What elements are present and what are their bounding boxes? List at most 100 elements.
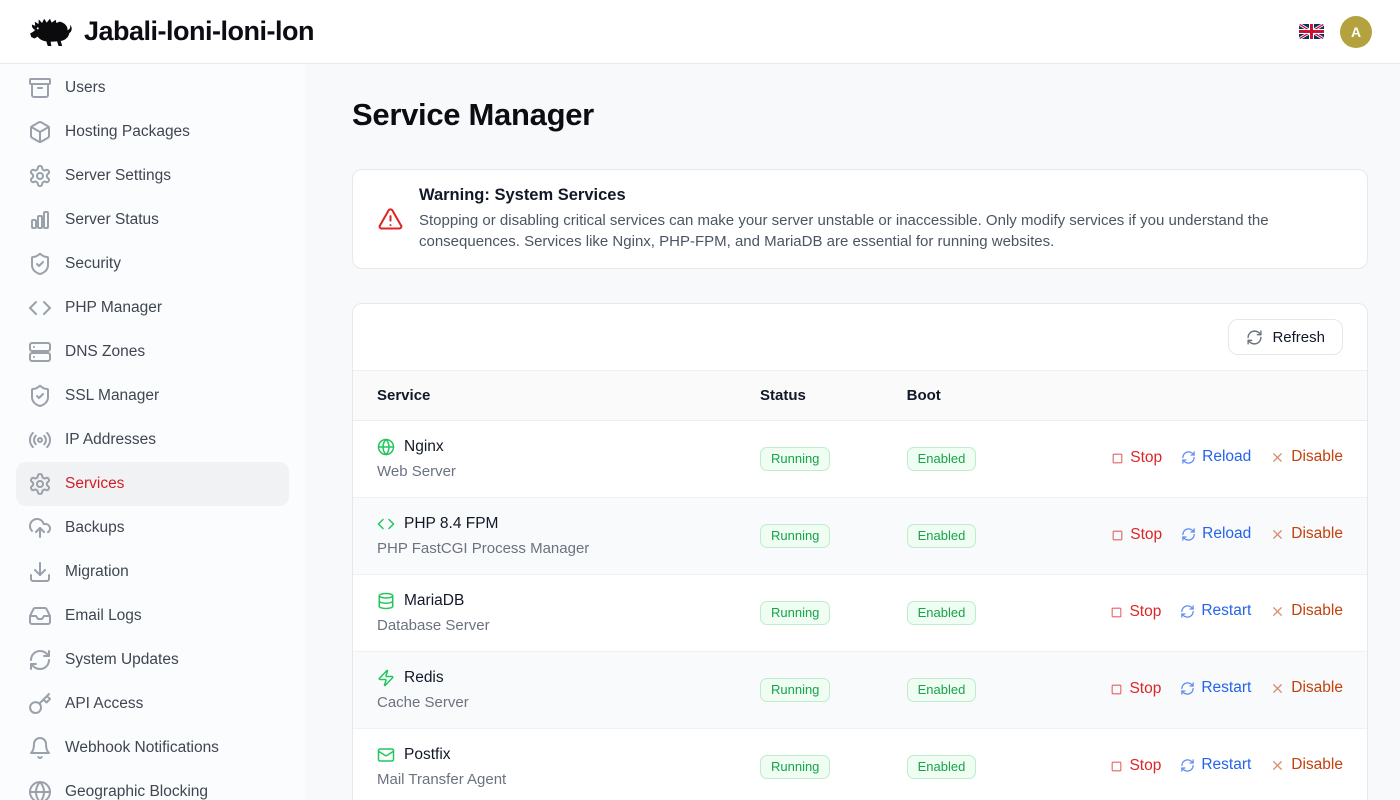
status-cell: Running xyxy=(736,729,883,800)
stop-button[interactable]: Stop xyxy=(1111,526,1162,544)
boot-badge: Enabled xyxy=(907,755,977,779)
header-right: A xyxy=(1299,16,1372,48)
warning-body: Stopping or disabling critical services … xyxy=(419,210,1343,252)
square-icon xyxy=(1110,606,1123,619)
sidebar-item-label: IP Addresses xyxy=(65,431,156,449)
action-label: Restart xyxy=(1201,756,1251,774)
stop-button[interactable]: Stop xyxy=(1110,680,1161,698)
service-cell: Redis Cache Server xyxy=(353,652,736,729)
key-icon xyxy=(28,692,52,716)
restart-button[interactable]: Restart xyxy=(1180,756,1251,774)
service-name: Postfix xyxy=(404,746,451,764)
inbox-icon xyxy=(28,604,52,628)
action-label: Stop xyxy=(1130,526,1162,544)
sidebar-item-dns-zones[interactable]: DNS Zones xyxy=(16,330,289,374)
sidebar-item-label: Services xyxy=(65,475,124,493)
sidebar-item-php-manager[interactable]: PHP Manager xyxy=(16,286,289,330)
actions-cell: Stop Reload Disable xyxy=(1067,498,1367,575)
column-actions xyxy=(1067,371,1367,421)
square-icon xyxy=(1110,760,1123,773)
disable-button[interactable]: Disable xyxy=(1270,525,1343,543)
status-badge: Running xyxy=(760,601,830,625)
sidebar-item-server-status[interactable]: Server Status xyxy=(16,198,289,242)
table-row: MariaDB Database Server Running Enabled … xyxy=(353,575,1367,652)
gear-icon xyxy=(28,164,52,188)
refresh-icon xyxy=(1181,450,1196,465)
globe-icon xyxy=(377,438,395,456)
reload-button[interactable]: Reload xyxy=(1181,525,1251,543)
sidebar-item-geographic-blocking[interactable]: Geographic Blocking xyxy=(16,770,289,800)
sidebar-item-server-settings[interactable]: Server Settings xyxy=(16,154,289,198)
disable-button[interactable]: Disable xyxy=(1270,448,1343,466)
sidebar-item-api-access[interactable]: API Access xyxy=(16,682,289,726)
sidebar-item-hosting-packages[interactable]: Hosting Packages xyxy=(16,110,289,154)
action-label: Reload xyxy=(1202,448,1251,466)
sidebar-item-backups[interactable]: Backups xyxy=(16,506,289,550)
service-cell: Nginx Web Server xyxy=(353,421,736,498)
sidebar-item-system-updates[interactable]: System Updates xyxy=(16,638,289,682)
sidebar-item-label: System Updates xyxy=(65,651,179,669)
sidebar-item-users[interactable]: Users xyxy=(16,66,289,110)
sidebar-item-label: Security xyxy=(65,255,121,273)
globe-icon xyxy=(28,780,52,800)
restart-button[interactable]: Restart xyxy=(1180,602,1251,620)
refresh-label: Refresh xyxy=(1272,329,1325,346)
service-cell: MariaDB Database Server xyxy=(353,575,736,652)
sidebar-item-email-logs[interactable]: Email Logs xyxy=(16,594,289,638)
restart-button[interactable]: Restart xyxy=(1180,679,1251,697)
disable-button[interactable]: Disable xyxy=(1270,756,1343,774)
boot-badge: Enabled xyxy=(907,678,977,702)
archive-icon xyxy=(28,76,52,100)
status-cell: Running xyxy=(736,652,883,729)
action-label: Restart xyxy=(1201,679,1251,697)
boot-badge: Enabled xyxy=(907,447,977,471)
square-icon xyxy=(1111,529,1124,542)
bar-chart-icon xyxy=(28,208,52,232)
sidebar-item-ip-addresses[interactable]: IP Addresses xyxy=(16,418,289,462)
user-avatar[interactable]: A xyxy=(1340,16,1372,48)
uk-flag-icon[interactable] xyxy=(1299,23,1324,40)
app-header: Jabali-loni-loni-lon A xyxy=(0,0,1400,64)
action-label: Disable xyxy=(1291,602,1343,620)
services-toolbar: Refresh xyxy=(353,304,1367,370)
sidebar-item-ssl-manager[interactable]: SSL Manager xyxy=(16,374,289,418)
x-icon xyxy=(1270,450,1285,465)
stop-button[interactable]: Stop xyxy=(1111,449,1162,467)
actions-cell: Stop Restart Disable xyxy=(1067,575,1367,652)
status-cell: Running xyxy=(736,498,883,575)
warning-banner: Warning: System Services Stopping or dis… xyxy=(352,169,1368,269)
stop-button[interactable]: Stop xyxy=(1110,757,1161,775)
refresh-button[interactable]: Refresh xyxy=(1228,319,1343,355)
shield-check-icon xyxy=(28,252,52,276)
sidebar-item-label: Webhook Notifications xyxy=(65,739,219,757)
sidebar-item-webhook-notifications[interactable]: Webhook Notifications xyxy=(16,726,289,770)
action-label: Restart xyxy=(1201,602,1251,620)
sidebar-item-services[interactable]: Services xyxy=(16,462,289,506)
table-row: PHP 8.4 FPM PHP FastCGI Process Manager … xyxy=(353,498,1367,575)
service-name: MariaDB xyxy=(404,592,464,610)
action-label: Reload xyxy=(1202,525,1251,543)
table-row: Nginx Web Server Running Enabled Stop Rel… xyxy=(353,421,1367,498)
service-name: Nginx xyxy=(404,438,444,456)
shield-check-icon xyxy=(28,384,52,408)
package-icon xyxy=(28,120,52,144)
server-icon xyxy=(28,340,52,364)
stop-button[interactable]: Stop xyxy=(1110,603,1161,621)
service-description: Web Server xyxy=(377,463,712,480)
column-boot: Boot xyxy=(883,371,1068,421)
x-icon xyxy=(1270,527,1285,542)
disable-button[interactable]: Disable xyxy=(1270,602,1343,620)
zap-icon xyxy=(377,669,395,687)
column-service: Service xyxy=(353,371,736,421)
reload-button[interactable]: Reload xyxy=(1181,448,1251,466)
refresh-icon xyxy=(1180,681,1195,696)
sidebar-item-migration[interactable]: Migration xyxy=(16,550,289,594)
status-cell: Running xyxy=(736,421,883,498)
sidebar-item-security[interactable]: Security xyxy=(16,242,289,286)
boot-cell: Enabled xyxy=(883,575,1068,652)
status-cell: Running xyxy=(736,575,883,652)
sidebar-item-label: Users xyxy=(65,79,105,97)
service-name: PHP 8.4 FPM xyxy=(404,515,498,533)
disable-button[interactable]: Disable xyxy=(1270,679,1343,697)
boot-cell: Enabled xyxy=(883,421,1068,498)
